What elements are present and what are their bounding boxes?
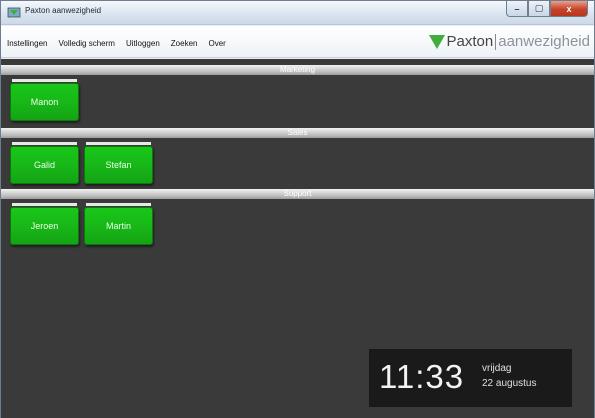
group-header-support: Support xyxy=(1,189,594,199)
tile-top-bar xyxy=(86,203,151,206)
app-window: Paxton aanwezigheid – ▢ x Instellingen V… xyxy=(0,0,595,418)
person-tile-manon[interactable]: Manon xyxy=(10,79,79,121)
logo-brand: Paxton xyxy=(446,33,494,50)
clock-day: vrijdag xyxy=(482,363,512,374)
paxton-logo: Paxton aanwezigheid xyxy=(428,33,590,50)
menu-item-over[interactable]: Over xyxy=(208,39,225,48)
window-title: Paxton aanwezigheid xyxy=(25,6,102,15)
person-button-jeroen[interactable]: Jeroen xyxy=(10,207,79,245)
clock-date: 22 augustus xyxy=(482,378,537,389)
logo-product: aanwezigheid xyxy=(498,33,590,50)
title-bar[interactable]: Paxton aanwezigheid – ▢ x xyxy=(1,1,594,25)
tile-top-bar xyxy=(86,142,151,145)
person-button-stefan[interactable]: Stefan xyxy=(84,146,153,184)
person-button-manon[interactable]: Manon xyxy=(10,83,79,121)
clock-time: 11:33 xyxy=(379,358,465,395)
person-button-martin[interactable]: Martin xyxy=(84,207,153,245)
person-tile-stefan[interactable]: Stefan xyxy=(84,142,153,184)
window-controls: – ▢ x xyxy=(506,1,588,19)
person-tile-jeroen[interactable]: Jeroen xyxy=(10,203,79,245)
clock-panel: 11:33 vrijdag 22 augustus xyxy=(369,349,572,407)
group-header-sales: Sales xyxy=(1,128,594,138)
menu-item-uitloggen[interactable]: Uitloggen xyxy=(126,39,160,48)
close-button[interactable]: x xyxy=(550,1,588,17)
app-icon xyxy=(7,7,21,18)
logo-triangle-icon xyxy=(428,34,445,49)
menu-bar: Instellingen Volledig scherm Uitloggen Z… xyxy=(1,26,594,58)
tile-top-bar xyxy=(12,142,77,145)
logo-divider xyxy=(495,33,497,50)
maximize-button[interactable]: ▢ xyxy=(528,1,550,17)
presence-board: Marketing Manon Sales Galid Stefan Suppo… xyxy=(1,59,594,418)
person-tile-martin[interactable]: Martin xyxy=(84,203,153,245)
minimize-button[interactable]: – xyxy=(506,1,528,17)
person-button-galid[interactable]: Galid xyxy=(10,146,79,184)
person-tile-galid[interactable]: Galid xyxy=(10,142,79,184)
tile-top-bar xyxy=(12,203,77,206)
menu-item-zoeken[interactable]: Zoeken xyxy=(171,39,198,48)
menu-items: Instellingen Volledig scherm Uitloggen Z… xyxy=(7,39,237,48)
menu-item-volledig-scherm[interactable]: Volledig scherm xyxy=(58,39,114,48)
group-header-marketing: Marketing xyxy=(1,65,594,75)
tile-top-bar xyxy=(12,79,77,82)
menu-item-instellingen[interactable]: Instellingen xyxy=(7,39,47,48)
